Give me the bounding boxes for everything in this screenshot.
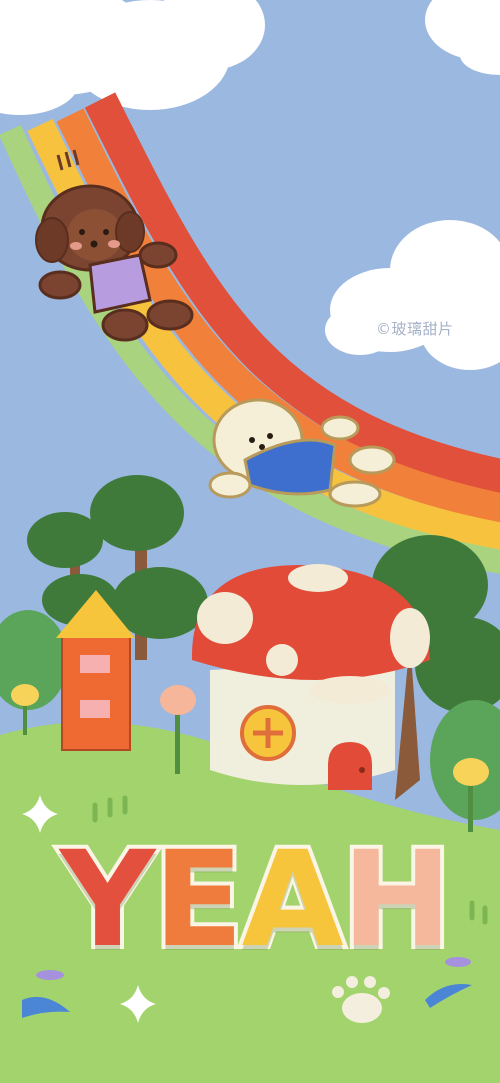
letter-a: A <box>238 819 348 981</box>
headline-yeah: Y E A H <box>40 819 470 981</box>
illustration-scene: ©玻璃甜片 Y E A H <box>0 0 500 1083</box>
letter-y: Y <box>56 819 160 981</box>
letter-e: E <box>149 819 247 981</box>
watermark-text: ©玻璃甜片 <box>376 320 454 338</box>
letter-h: H <box>338 819 457 981</box>
mushroom-house-icon <box>191 564 430 790</box>
